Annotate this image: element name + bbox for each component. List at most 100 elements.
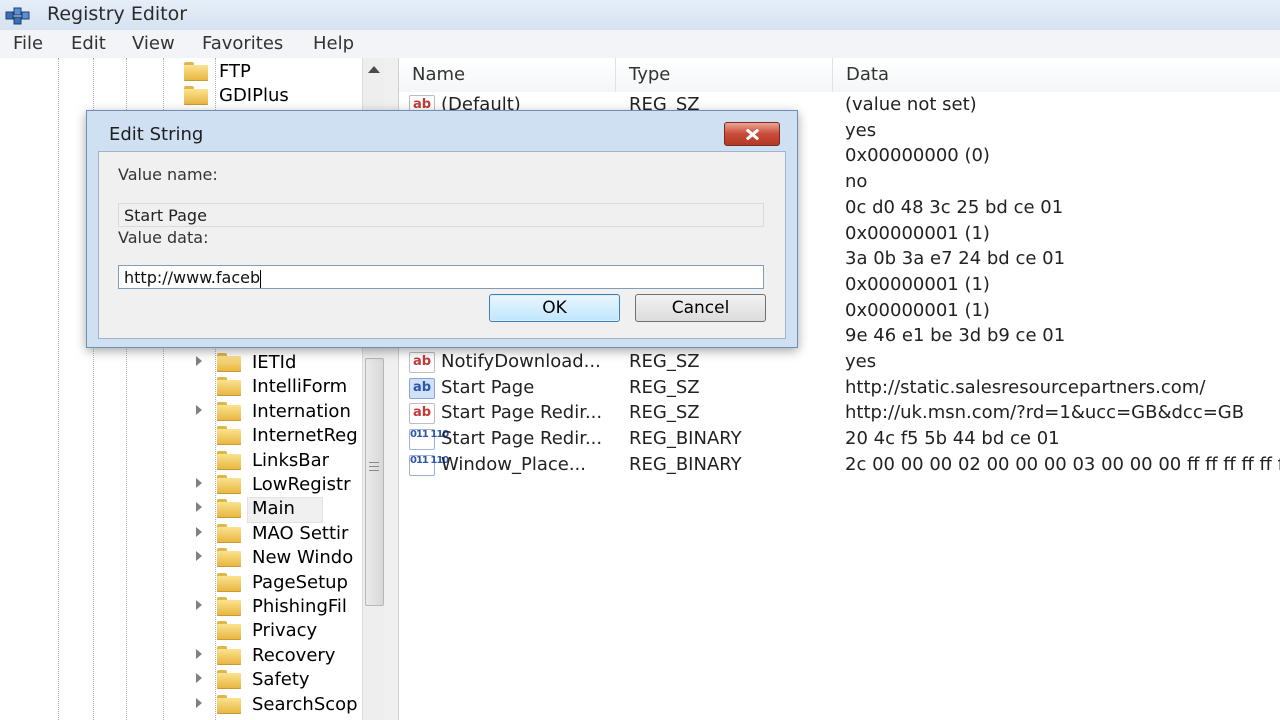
dialog-body: Value name: Start Page Value data: http:… <box>98 151 786 339</box>
value-row[interactable]: 011 110 Window_Place... REG_BINARY 2c 00 00… <box>399 452 1280 478</box>
value-name-field: Start Page <box>118 203 764 227</box>
menu-edit[interactable]: Edit <box>71 33 106 54</box>
value-data-cell: 0c d0 48 3c 25 bd ce 01 <box>845 196 1064 218</box>
folder-icon <box>217 645 241 665</box>
expand-arrow-icon[interactable] <box>196 673 202 684</box>
value-data-cell: 0x00000001 (1) <box>845 299 990 321</box>
text-caret <box>260 269 262 288</box>
value-name-cell: Start Page Redir... <box>441 402 603 424</box>
tree-item-label: FTP <box>219 61 251 82</box>
column-header-data[interactable]: Data <box>833 58 1280 92</box>
folder-icon <box>217 597 241 616</box>
folder-icon <box>217 426 241 446</box>
tree-item-label: SearchScop <box>252 693 358 715</box>
value-data-cell: yes <box>845 351 877 372</box>
folder-icon <box>217 670 241 690</box>
value-data-input[interactable]: http://www.faceb <box>118 265 764 289</box>
tree-item-label: Main <box>252 498 295 520</box>
column-header-label: Data <box>846 64 889 85</box>
expand-arrow-icon[interactable] <box>196 404 202 415</box>
grip-line <box>369 466 379 467</box>
edit-string-dialog: Edit String Value name: Start Page Value… <box>86 110 798 348</box>
value-name-label: Value name: <box>118 165 218 184</box>
value-row[interactable]: ab NotifyDownload... REG_SZ yes <box>399 349 1280 375</box>
tree-item-label: LowRegistr <box>252 474 351 495</box>
close-icon[interactable] <box>724 122 780 146</box>
value-data-cell: 20 4c f5 5b 44 bd ce 01 <box>845 428 1060 450</box>
expand-arrow-icon[interactable] <box>196 648 202 659</box>
tree-item-label: GDIPlus <box>219 85 289 106</box>
folder-icon <box>184 62 208 81</box>
binary-value-icon: 011 110 <box>409 454 449 476</box>
title-bar: Registry Editor <box>0 0 1280 31</box>
string-value-icon: ab <box>409 352 435 373</box>
ok-button[interactable]: OK <box>489 294 620 322</box>
value-name-cell: Start Page Redir... <box>441 428 603 450</box>
value-data-text: http://www.faceb <box>124 268 261 287</box>
tree-item-label: IETId <box>252 352 297 373</box>
column-header-name[interactable]: Name <box>399 58 616 92</box>
value-name-cell: NotifyDownload... <box>441 351 601 372</box>
value-data-cell: 0x00000001 (1) <box>845 273 990 295</box>
menu-bar: File Edit View Favorites Help <box>0 30 1280 59</box>
menu-favorites[interactable]: Favorites <box>202 33 283 54</box>
menu-help[interactable]: Help <box>313 33 354 54</box>
column-header-label: Type <box>629 64 671 85</box>
folder-icon <box>217 523 241 543</box>
value-row[interactable]: 011 110 Start Page Redir... REG_BINARY 20 4… <box>399 426 1280 452</box>
tree-item-label: PageSetup <box>252 571 348 593</box>
value-type-cell: REG_BINARY <box>629 428 742 450</box>
value-data-cell: http://static.salesresourcepartners.com/ <box>845 376 1206 398</box>
folder-icon <box>217 353 241 372</box>
value-data-label: Value data: <box>118 228 209 247</box>
tree-item-label: InternetReg <box>252 425 358 447</box>
expand-arrow-icon[interactable] <box>196 551 202 562</box>
expand-arrow-icon[interactable] <box>196 478 202 488</box>
folder-icon <box>217 401 241 421</box>
folder-icon <box>217 475 241 494</box>
folder-icon <box>217 621 241 641</box>
value-type-cell: REG_SZ <box>629 402 700 424</box>
value-data-cell: 9e 46 e1 be 3d b9 ce 01 <box>845 325 1066 347</box>
cancel-button[interactable]: Cancel <box>635 294 766 322</box>
expand-arrow-icon[interactable] <box>196 502 202 513</box>
folder-icon <box>217 548 241 568</box>
value-data-cell: yes <box>845 119 877 141</box>
grip-line <box>369 462 379 463</box>
menu-file[interactable]: File <box>13 33 43 54</box>
tree-item-label: Safety <box>252 669 310 691</box>
expand-arrow-icon[interactable] <box>196 356 202 366</box>
value-type-cell: REG_SZ <box>629 351 700 372</box>
expand-arrow-icon[interactable] <box>196 697 202 708</box>
value-data-cell: 0x00000001 (1) <box>845 222 990 244</box>
tree-item-label: MAO Settir <box>252 522 349 544</box>
value-row[interactable]: ab Start Page REG_SZ http://static.salesres… <box>399 375 1280 401</box>
folder-icon <box>184 86 208 105</box>
string-value-icon: ab <box>409 403 435 425</box>
tree-item-label: LinksBar <box>252 449 330 471</box>
expand-arrow-icon[interactable] <box>196 526 202 537</box>
value-name-cell: Window_Place... <box>441 453 586 475</box>
value-type-cell: REG_BINARY <box>629 453 742 475</box>
registry-editor-icon <box>5 7 30 25</box>
folder-icon <box>217 499 241 519</box>
expand-arrow-icon[interactable] <box>196 600 202 610</box>
folder-icon <box>217 694 241 714</box>
value-data-cell: no <box>845 171 868 193</box>
folder-icon <box>217 450 241 470</box>
value-row[interactable]: ab Start Page Redir... REG_SZ http://uk.msn… <box>399 400 1280 426</box>
window-title: Registry Editor <box>47 3 188 25</box>
value-data-cell: 2c 00 00 00 02 00 00 00 03 00 00 00 ff f… <box>845 453 1280 475</box>
tree-guide-line <box>58 58 59 720</box>
menu-view[interactable]: View <box>132 33 175 54</box>
tree-item-label: Privacy <box>252 620 318 642</box>
dialog-title: Edit String <box>109 124 204 145</box>
column-header-type[interactable]: Type <box>616 58 833 92</box>
scroll-up-arrow-icon[interactable] <box>368 66 380 73</box>
value-data-cell: 0x00000000 (0) <box>845 145 990 167</box>
tree-item-label: New Windo <box>252 547 354 569</box>
scroll-thumb[interactable] <box>365 358 384 606</box>
value-name-cell: Start Page <box>441 376 535 398</box>
tree-item-label: Recovery <box>252 644 336 666</box>
value-data-cell: 3a 0b 3a e7 24 bd ce 01 <box>845 248 1066 270</box>
